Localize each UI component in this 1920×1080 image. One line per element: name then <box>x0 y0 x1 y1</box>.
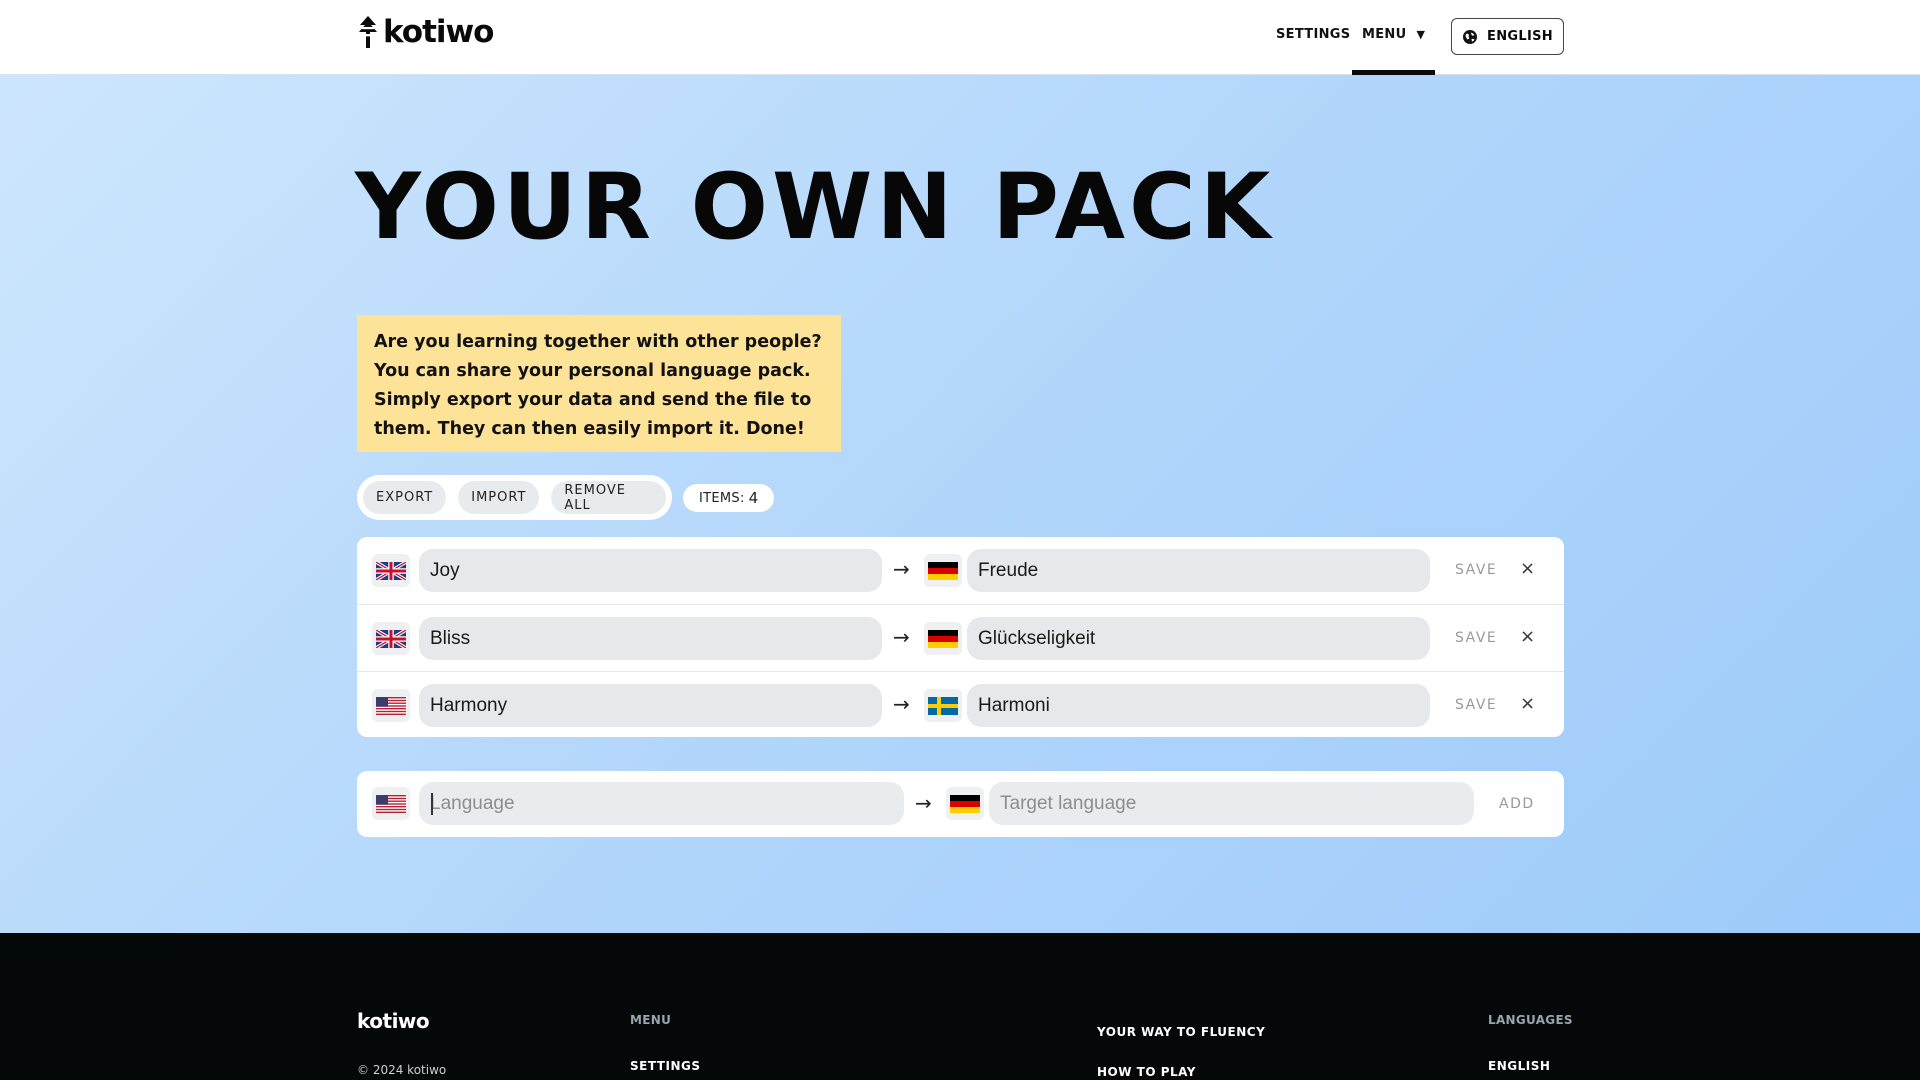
new-source-language-flag[interactable] <box>372 787 410 820</box>
germany-flag-icon <box>928 629 958 648</box>
uk-flag-icon <box>376 561 406 580</box>
save-button[interactable]: SAVE <box>1455 697 1497 713</box>
import-button[interactable]: IMPORT <box>458 481 540 514</box>
save-button[interactable]: SAVE <box>1455 630 1497 646</box>
info-callout: Are you learning together with other peo… <box>357 315 841 452</box>
items-count-badge: ITEMS: 4 <box>683 484 775 512</box>
arrow-right-icon: → <box>893 625 910 649</box>
arrow-right-icon: → <box>893 692 910 716</box>
germany-flag-icon <box>928 561 958 580</box>
source-language-flag[interactable] <box>372 689 410 722</box>
new-target-word-input[interactable]: Target language <box>989 782 1474 825</box>
top-navigation-bar: kotiwo SETTINGS MENU ▼ ENGLISH <box>0 0 1920 75</box>
tree-logo-icon <box>359 16 377 48</box>
word-pair-row: Harmony → Harmoni SAVE × <box>357 671 1564 737</box>
word-pair-row: Bliss → Glückseligkeit SAVE × <box>357 604 1564 671</box>
target-word-input[interactable]: Harmoni <box>967 684 1430 727</box>
arrow-right-icon: → <box>893 557 910 581</box>
nav-menu-label: MENU <box>1362 27 1407 42</box>
uk-flag-icon <box>376 629 406 648</box>
footer-settings-link[interactable]: SETTINGS <box>630 1059 701 1073</box>
target-word-input[interactable]: Freude <box>967 549 1430 592</box>
footer-menu-heading: MENU <box>630 1013 672 1027</box>
footer-logo[interactable]: kotiwo <box>357 1009 430 1033</box>
target-word-input[interactable]: Glückseligkeit <box>967 617 1430 660</box>
caret-down-icon: ▼ <box>1416 28 1426 41</box>
source-word-input[interactable]: Harmony <box>419 684 882 727</box>
footer-english-link[interactable]: ENGLISH <box>1488 1059 1550 1073</box>
new-target-language-flag[interactable] <box>946 787 984 820</box>
remove-icon[interactable]: × <box>1520 626 1535 647</box>
target-language-flag[interactable] <box>924 554 962 587</box>
sweden-flag-icon <box>928 696 958 715</box>
arrow-right-icon: → <box>915 791 932 815</box>
source-language-flag[interactable] <box>372 622 410 655</box>
save-button[interactable]: SAVE <box>1455 562 1497 578</box>
remove-all-button[interactable]: REMOVE ALL <box>551 481 666 514</box>
language-button-label: ENGLISH <box>1487 29 1553 44</box>
word-pair-list: Joy → Freude SAVE × Bliss → Glückseligke… <box>357 537 1564 737</box>
pack-actions-group: EXPORT IMPORT REMOVE ALL <box>357 475 672 520</box>
word-pair-row: Joy → Freude SAVE × <box>357 537 1564 604</box>
remove-icon[interactable]: × <box>1520 693 1535 714</box>
globe-icon <box>1463 29 1478 44</box>
new-source-word-input[interactable]: Language <box>419 782 904 825</box>
add-button[interactable]: ADD <box>1499 796 1535 812</box>
nav-settings-link[interactable]: SETTINGS <box>1276 27 1350 42</box>
source-word-input[interactable]: Joy <box>419 549 882 592</box>
remove-icon[interactable]: × <box>1520 558 1535 579</box>
footer: kotiwo © 2024 kotiwo MENU SETTINGS YOUR … <box>0 933 1920 1080</box>
logo-text: kotiwo <box>383 14 494 50</box>
us-flag-icon <box>376 696 406 715</box>
footer-how-to-play-link[interactable]: HOW TO PLAY <box>1097 1065 1196 1079</box>
target-language-flag[interactable] <box>924 622 962 655</box>
target-language-flag[interactable] <box>924 689 962 722</box>
germany-flag-icon <box>950 794 980 813</box>
logo[interactable]: kotiwo <box>357 12 494 52</box>
footer-languages-heading: LANGUAGES <box>1488 1013 1573 1027</box>
items-count-value: 4 <box>748 489 759 507</box>
footer-copyright: © 2024 kotiwo <box>357 1063 447 1077</box>
nav-menu-dropdown[interactable]: MENU ▼ <box>1362 27 1425 42</box>
footer-fluency-link[interactable]: YOUR WAY TO FLUENCY <box>1097 1025 1265 1039</box>
source-word-input[interactable]: Bliss <box>419 617 882 660</box>
text-cursor <box>431 793 433 815</box>
page-title: YOUR OWN PACK <box>355 155 1275 260</box>
export-button[interactable]: EXPORT <box>363 481 447 514</box>
source-language-flag[interactable] <box>372 554 410 587</box>
items-count-label: ITEMS: <box>699 490 745 506</box>
add-word-pair-form: Language → Target language ADD <box>357 771 1564 837</box>
us-flag-icon <box>376 794 406 813</box>
language-selector-button[interactable]: ENGLISH <box>1451 18 1564 55</box>
